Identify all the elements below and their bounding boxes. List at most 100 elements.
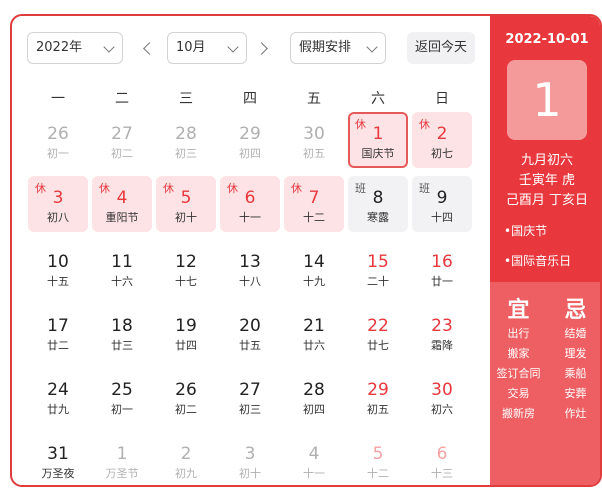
calendar-day-cell[interactable]: 12 十七: [156, 240, 216, 296]
calendar-day-cell[interactable]: 26 初一: [28, 112, 88, 168]
weekday-label: 二: [115, 91, 129, 107]
calendar-day-cell[interactable]: 15 二十: [348, 240, 408, 296]
ji-item: 理发: [564, 347, 587, 360]
lunar-label: 寒露: [367, 211, 389, 224]
calendar-day-cell[interactable]: 11 十六: [92, 240, 152, 296]
calendar-day-cell[interactable]: 29 初五: [348, 368, 408, 424]
year-ganzhi: 壬寅年 虎: [518, 173, 576, 188]
selected-date: 2022-10-01: [505, 32, 589, 47]
calendar-toolbar: 2022年 10月 假期安排 返回今天: [27, 32, 477, 64]
ji-item: 作灶: [564, 407, 587, 420]
day-number: 14: [303, 252, 325, 272]
weekday-label: 五: [307, 91, 321, 107]
day-number: 28: [175, 124, 197, 144]
calendar-day-cell[interactable]: 23 霜降: [412, 304, 472, 360]
calendar-day-cell[interactable]: 22 廿七: [348, 304, 408, 360]
day-number: 11: [111, 252, 133, 272]
day-number: 10: [47, 252, 69, 272]
calendar-day-cell[interactable]: 休 5 初十: [156, 176, 216, 232]
lunar-label: 十一: [303, 467, 325, 480]
calendar-day-cell[interactable]: 19 廿四: [156, 304, 216, 360]
calendar-day-cell[interactable]: 3 初十: [220, 432, 280, 485]
chevron-down-icon: [103, 41, 115, 53]
calendar-day-cell[interactable]: 16 廿一: [412, 240, 472, 296]
lunar-label: 二十: [367, 275, 389, 288]
lunar-label: 廿四: [175, 339, 197, 352]
day-number: 13: [239, 252, 261, 272]
day-number: 16: [431, 252, 453, 272]
calendar-day-cell[interactable]: 25 初一: [92, 368, 152, 424]
day-number: 24: [47, 380, 69, 400]
calendar-day-cell[interactable]: 30 初六: [412, 368, 472, 424]
holiday-select[interactable]: 假期安排: [290, 32, 386, 64]
calendar-day-cell[interactable]: 30 初五: [284, 112, 344, 168]
day-number: 2: [436, 124, 448, 144]
weekday-label: 六: [371, 91, 385, 107]
lunar-label: 廿二: [47, 339, 69, 352]
calendar-day-cell[interactable]: 31 万圣夜: [28, 432, 88, 485]
calendar-day-cell[interactable]: 6 十三: [412, 432, 472, 485]
lunar-label: 初三: [239, 403, 261, 416]
day-number: 15: [367, 252, 389, 272]
calendar-day-cell[interactable]: 26 初二: [156, 368, 216, 424]
year-select-value: 2022年: [36, 40, 83, 55]
calendar-day-cell[interactable]: 18 廿三: [92, 304, 152, 360]
calendar-day-cell[interactable]: 29 初四: [220, 112, 280, 168]
calendar-grid: 26 初一 27 初二 28 初三 29 初四 30 初五休 1 国庆节休 2 初七休 3 初八休 4 重阳节休 5…: [28, 112, 476, 480]
lunar-label: 十三: [431, 467, 453, 480]
day-number: 23: [431, 316, 453, 336]
day-number: 28: [303, 380, 325, 400]
calendar-day-cell[interactable]: 2 初九: [156, 432, 216, 485]
day-number: 22: [367, 316, 389, 336]
lunar-label: 十一: [239, 211, 261, 224]
lunar-label: 廿三: [111, 339, 133, 352]
calendar-day-cell[interactable]: 休 3 初八: [28, 176, 88, 232]
lunar-label: 廿六: [303, 339, 325, 352]
calendar-day-cell[interactable]: 24 廿九: [28, 368, 88, 424]
day-number: 1: [372, 124, 384, 144]
calendar-day-cell[interactable]: 14 十九: [284, 240, 344, 296]
calendar-day-cell[interactable]: 休 1 国庆节: [348, 112, 408, 168]
back-to-today-button[interactable]: 返回今天: [407, 32, 475, 64]
day-number: 17: [47, 316, 69, 336]
calendar-day-cell[interactable]: 13 十八: [220, 240, 280, 296]
calendar-day-cell[interactable]: 27 初三: [220, 368, 280, 424]
day-number: 29: [239, 124, 261, 144]
day-number: 12: [175, 252, 197, 272]
calendar-day-cell[interactable]: 17 廿二: [28, 304, 88, 360]
lunar-label: 廿七: [367, 339, 389, 352]
lunar-label: 初十: [239, 467, 261, 480]
day-number: 26: [47, 124, 69, 144]
calendar-day-cell[interactable]: 1 万圣节: [92, 432, 152, 485]
calendar-day-cell[interactable]: 28 初四: [284, 368, 344, 424]
selected-day-number: 1: [507, 60, 587, 140]
lunar-label: 十八: [239, 275, 261, 288]
calendar-day-cell[interactable]: 休 4 重阳节: [92, 176, 152, 232]
calendar-day-cell[interactable]: 班 8 寒露: [348, 176, 408, 232]
day-number: 1: [116, 444, 128, 464]
calendar-day-cell[interactable]: 5 十二: [348, 432, 408, 485]
calendar-day-cell[interactable]: 休 6 十一: [220, 176, 280, 232]
calendar-day-cell[interactable]: 10 十五: [28, 240, 88, 296]
calendar-day-cell[interactable]: 28 初三: [156, 112, 216, 168]
calendar-day-cell[interactable]: 21 廿六: [284, 304, 344, 360]
calendar-day-cell[interactable]: 休 7 十二: [284, 176, 344, 232]
festival-item: •国庆节: [504, 224, 548, 238]
day-number: 30: [431, 380, 453, 400]
calendar-day-cell[interactable]: 20 廿五: [220, 304, 280, 360]
calendar-day-cell[interactable]: 休 2 初七: [412, 112, 472, 168]
year-select[interactable]: 2022年: [27, 32, 123, 64]
calendar-day-cell[interactable]: 班 9 十四: [412, 176, 472, 232]
calendar-day-cell[interactable]: 27 初二: [92, 112, 152, 168]
lunar-label: 初一: [111, 403, 133, 416]
festival-item: •国际音乐日: [504, 254, 572, 268]
lunar-label: 廿九: [47, 403, 69, 416]
month-select[interactable]: 10月: [167, 32, 247, 64]
calendar-widget: 2022年 10月 假期安排 返回今天 一二三四五六日 26 初一 27 初二 28 初三…: [10, 14, 602, 487]
day-number: 25: [111, 380, 133, 400]
lunar-label: 初七: [431, 147, 453, 160]
day-number: 3: [52, 188, 64, 208]
prev-month-button[interactable]: [140, 40, 156, 56]
calendar-day-cell[interactable]: 4 十一: [284, 432, 344, 485]
next-month-button[interactable]: [256, 40, 272, 56]
